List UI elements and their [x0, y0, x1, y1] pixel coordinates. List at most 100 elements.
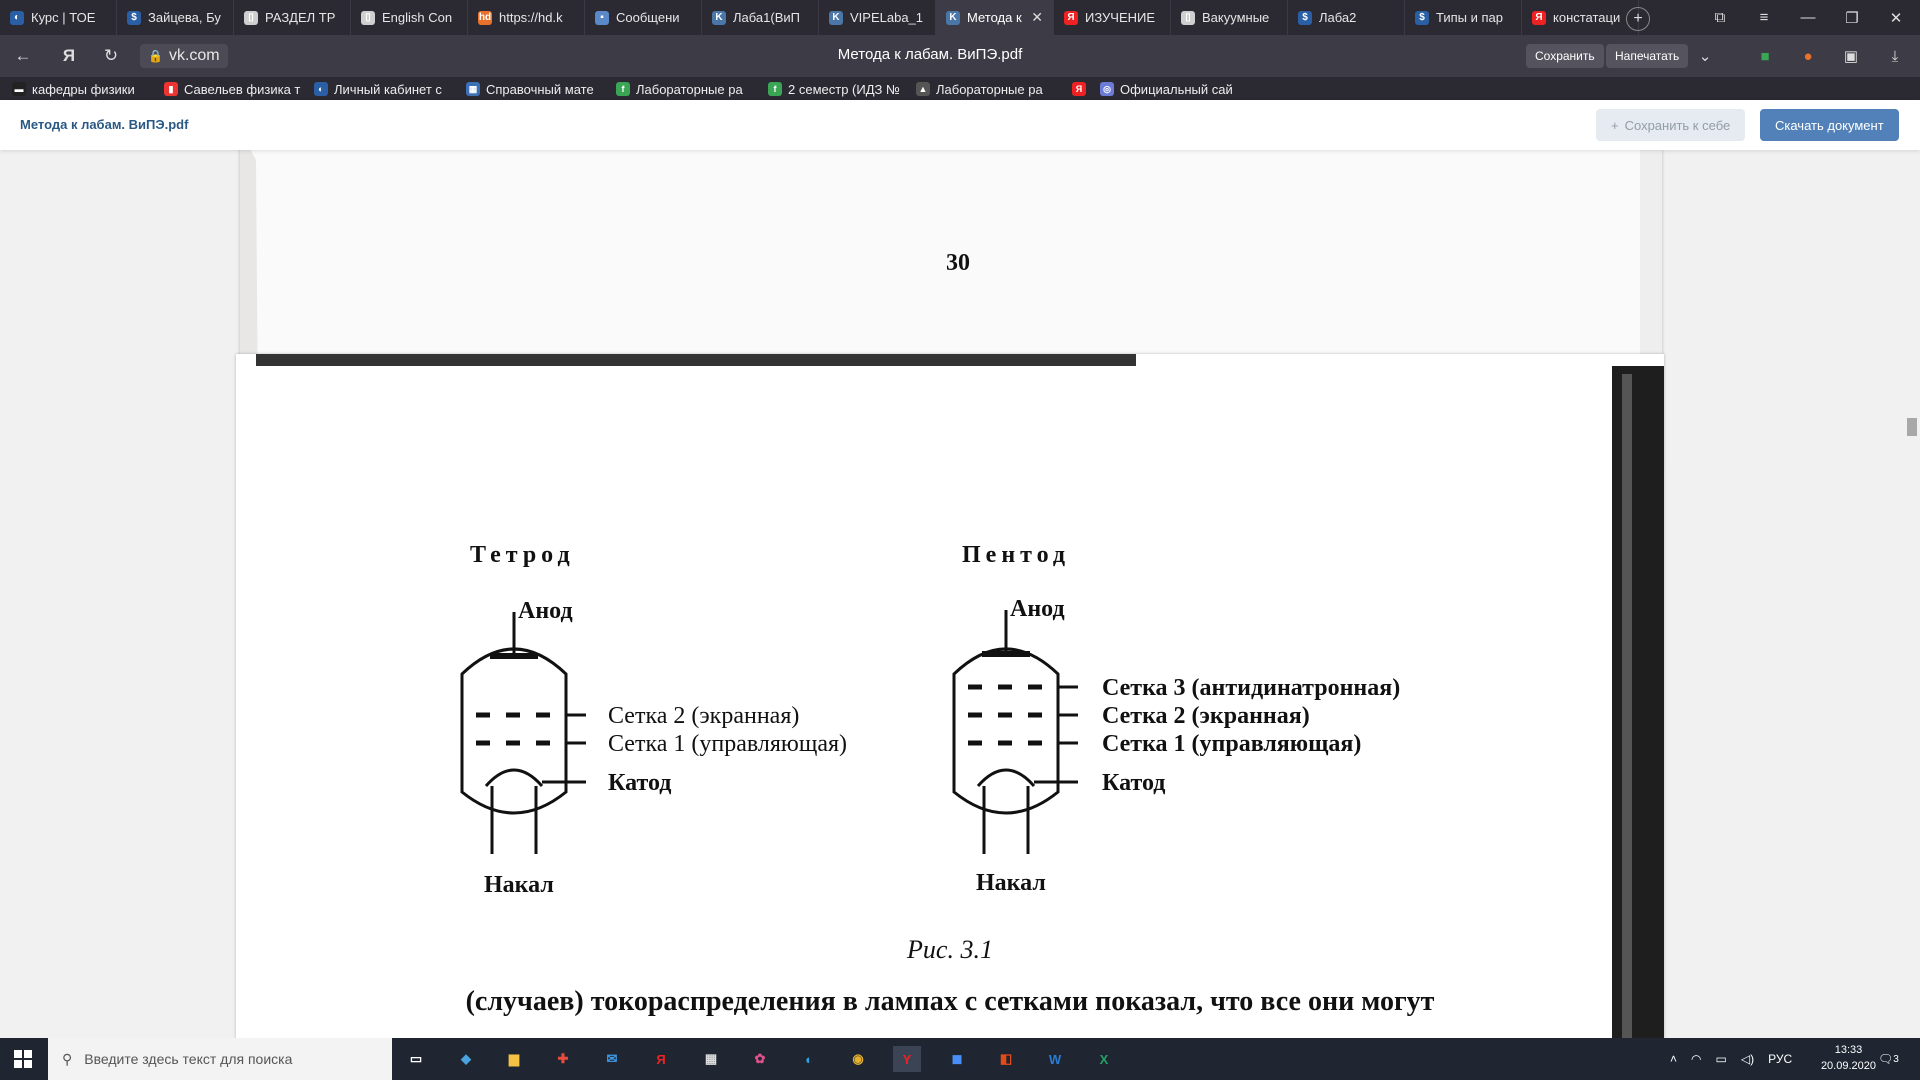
bookmarks-bar: ▬ кафедры физики ▮ Савельев физика т ◐ Личный…: [0, 77, 1920, 100]
tetrode-title: Тетрод: [470, 542, 575, 568]
browser-tab[interactable]: hd https://hd.k: [468, 0, 585, 35]
minimize-icon[interactable]: —: [1788, 0, 1828, 35]
chrome-icon[interactable]: ◉: [844, 1046, 872, 1072]
download-icon[interactable]: ⤓: [1884, 45, 1906, 67]
office-icon[interactable]: ◧: [992, 1046, 1020, 1072]
bookmark-item[interactable]: ▦ Справочный мате: [466, 80, 594, 98]
task-view-icon[interactable]: ▭: [402, 1046, 430, 1072]
notification-count: 3: [1893, 1053, 1899, 1065]
doc-icon: ▯: [244, 10, 258, 25]
browser-tab[interactable]: ▯ РАЗДЕЛ ТР: [234, 0, 351, 35]
tabs-overview-icon[interactable]: ⧉: [1700, 0, 1740, 35]
pentode-grid3-label: Сетка 3 (антидинатронная): [1102, 675, 1400, 701]
menu-icon[interactable]: ≡: [1744, 0, 1784, 35]
app-icon[interactable]: ◆: [452, 1046, 480, 1072]
browser-tab[interactable]: Яконстатаци: [1522, 0, 1639, 35]
extension-icon[interactable]: ■: [1754, 45, 1776, 67]
bookmark-label: 2 семестр (ИДЗ №: [788, 81, 900, 97]
bookmark-label: Официальный сай: [1120, 81, 1233, 97]
yandex-icon: Я: [1064, 10, 1078, 25]
word-icon[interactable]: W: [1041, 1046, 1069, 1072]
extension-icon[interactable]: ●: [1797, 45, 1819, 67]
bookmark-item[interactable]: ▲ Лабораторные ра: [916, 80, 1043, 98]
download-button[interactable]: Скачать документ: [1760, 109, 1899, 141]
browser-tab[interactable]: K VIPELaba_1: [819, 0, 936, 35]
bookmark-icon: f: [768, 82, 782, 96]
gift-icon[interactable]: ✚: [549, 1046, 577, 1072]
windows-start-icon[interactable]: [0, 1038, 46, 1080]
bookmark-item[interactable]: ▮ Савельев физика т: [164, 80, 300, 98]
scrollbar-thumb[interactable]: [1907, 418, 1917, 436]
clock[interactable]: 13:33 20.09.2020: [1821, 1042, 1876, 1074]
bookmark-item[interactable]: Я: [1072, 80, 1086, 98]
bookmark-icon: ▬: [12, 82, 26, 96]
bookmark-label: Савельев физика т: [184, 81, 301, 97]
time: 13:33: [1834, 1044, 1863, 1056]
search-icon: ⚲: [62, 1050, 73, 1067]
tab-bar: ◐ Курс | ТОЕ $ Зайцева, Бу ▯ РАЗДЕЛ ТР ▯ Englis…: [0, 0, 1920, 35]
close-tab-icon[interactable]: ✕: [1031, 9, 1043, 26]
bookmark-icon: ◎: [1100, 82, 1114, 96]
browser-tab[interactable]: $ Лаба2: [1288, 0, 1405, 35]
document-viewer[interactable]: 30 Тетрод Анод Сетка 2 (экранная) Сетка …: [0, 150, 1920, 1038]
dollar-icon: $: [1415, 10, 1429, 25]
bookmark-item[interactable]: ◎ Официальный сай: [1100, 80, 1233, 98]
taskbar-search[interactable]: ⚲ Введите здесь текст для поиска: [48, 1038, 392, 1080]
print-button[interactable]: Напечатать: [1606, 44, 1689, 68]
tetrode-anode-label: Анод: [518, 598, 573, 624]
notifications-icon[interactable]: 🗨 3: [1878, 1038, 1899, 1080]
vk-icon: K: [946, 10, 960, 25]
bookmark-label: Лабораторные ра: [636, 81, 743, 97]
bookmark-item[interactable]: f 2 семестр (ИДЗ №: [768, 80, 900, 98]
zoom-icon[interactable]: ◼: [943, 1046, 971, 1072]
volume-icon[interactable]: ◁): [1741, 1052, 1754, 1066]
vk-icon: K: [712, 10, 726, 25]
save-button[interactable]: Сохранить: [1526, 44, 1604, 68]
vk-icon: K: [829, 10, 843, 25]
app-icon[interactable]: ✿: [746, 1046, 774, 1072]
mail-icon[interactable]: ✉: [598, 1046, 626, 1072]
network-icon[interactable]: ◠: [1691, 1052, 1701, 1066]
browser-tab[interactable]: K Лаба1(ВиП: [702, 0, 819, 35]
excel-icon[interactable]: X: [1090, 1046, 1118, 1072]
globe-icon: ◐: [10, 10, 24, 25]
document-name: Метода к лабам. ВиПЭ.pdf: [20, 117, 189, 132]
browser-tab[interactable]: ▯ Вакуумные: [1171, 0, 1288, 35]
file-explorer-icon[interactable]: ▆: [500, 1046, 528, 1072]
hd-icon: hd: [478, 10, 492, 25]
browser-tab[interactable]: ▯ English Con: [351, 0, 468, 35]
scrollbar[interactable]: [1904, 150, 1920, 1038]
new-tab-button[interactable]: +: [1626, 7, 1650, 31]
tab-label: Лаба2: [1319, 10, 1357, 25]
chevron-down-icon[interactable]: ⌄: [1694, 45, 1716, 67]
store-icon[interactable]: ▦: [697, 1046, 725, 1072]
figure-caption: Рис. 3.1: [906, 935, 993, 964]
bookmark-icon: ▲: [916, 82, 930, 96]
pentode-heater-label: Накал: [976, 870, 1046, 896]
save-to-me-label: Сохранить к себе: [1624, 117, 1731, 133]
bookmark-item[interactable]: f Лабораторные ра: [616, 80, 743, 98]
restore-icon[interactable]: ❐: [1832, 0, 1872, 35]
browser-tab[interactable]: Я ИЗУЧЕНИЕ: [1054, 0, 1171, 35]
bookmark-item[interactable]: ▬ кафедры физики: [12, 80, 135, 98]
collections-icon[interactable]: ▣: [1840, 45, 1862, 67]
browser-tab[interactable]: K Метода к ✕: [936, 0, 1054, 35]
pentode-grid1-label: Сетка 1 (управляющая): [1102, 731, 1361, 757]
browser-tab[interactable]: $ Зайцева, Бу: [117, 0, 234, 35]
edge-icon[interactable]: ◐: [795, 1046, 823, 1072]
system-tray: ˄ ◠ ▭ ◁) РУС: [1670, 1038, 1792, 1080]
search-placeholder: Введите здесь текст для поиска: [84, 1051, 293, 1067]
save-to-me-button[interactable]: + Сохранить к себе: [1596, 109, 1746, 141]
yandex-icon[interactable]: Я: [647, 1046, 675, 1072]
taskbar: ⚲ Введите здесь текст для поиска ▭ ◆ ▆ ✚…: [0, 1038, 1920, 1080]
bookmark-label: Лабораторные ра: [936, 81, 1043, 97]
close-window-icon[interactable]: ✕: [1876, 0, 1916, 35]
bookmark-item[interactable]: ◐ Личный кабинет с: [314, 80, 442, 98]
browser-tab[interactable]: ▪ Сообщени: [585, 0, 702, 35]
yandex-browser-icon[interactable]: Y: [893, 1046, 921, 1072]
browser-tab[interactable]: $ Типы и пар: [1405, 0, 1522, 35]
language-indicator[interactable]: РУС: [1768, 1052, 1792, 1066]
browser-tab[interactable]: ◐ Курс | ТОЕ: [0, 0, 117, 35]
battery-icon[interactable]: ▭: [1716, 1052, 1727, 1066]
chevron-up-icon[interactable]: ˄: [1670, 1052, 1677, 1066]
